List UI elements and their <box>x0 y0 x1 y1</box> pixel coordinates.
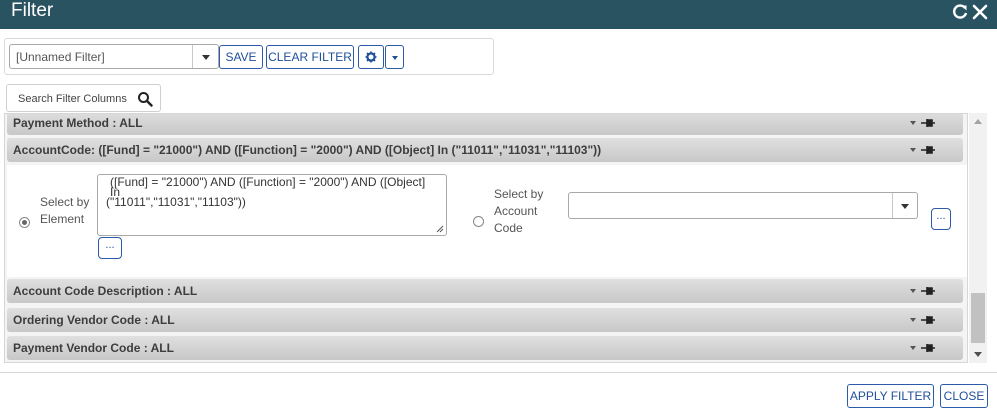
chevron-down-icon <box>392 56 398 60</box>
window-title: Filter <box>11 0 54 21</box>
filter-row-account-code[interactable]: AccountCode: ([Fund] = "21000") AND ([Fu… <box>7 138 963 162</box>
filter-row-payment-method[interactable]: Payment Method : ALL <box>7 114 963 135</box>
saved-filter-value: [Unnamed Filter] <box>16 50 105 64</box>
chevron-down-icon[interactable] <box>910 148 916 152</box>
clear-filter-button[interactable]: CLEAR FILTER <box>266 45 354 69</box>
chevron-down-icon[interactable] <box>202 55 210 60</box>
gear-icon <box>365 51 377 63</box>
chevron-down-icon[interactable] <box>910 318 916 322</box>
filter-row-account-code-description[interactable]: Account Code Description : ALL <box>7 279 963 303</box>
scroll-up-arrow-icon[interactable] <box>974 119 982 124</box>
refresh-icon[interactable] <box>951 3 969 21</box>
chevron-down-icon[interactable] <box>910 289 916 293</box>
chevron-down-icon[interactable] <box>901 204 909 209</box>
saved-filter-select[interactable]: [Unnamed Filter] <box>9 44 219 69</box>
resize-grip-icon[interactable] <box>436 225 444 233</box>
vertical-scrollbar[interactable] <box>969 113 987 363</box>
settings-dropdown-button[interactable] <box>385 45 404 69</box>
select-by-element-label: Select by Element <box>40 195 90 226</box>
select-by-account-code-label: Select by Account Code <box>494 187 544 235</box>
select-divider <box>192 45 193 68</box>
chevron-down-icon[interactable] <box>910 121 916 125</box>
close-button[interactable]: CLOSE <box>940 384 988 408</box>
filter-row-label: AccountCode: ([Fund] = "21000") AND ([Fu… <box>13 143 602 157</box>
pin-icon[interactable] <box>921 285 935 297</box>
account-code-select[interactable] <box>568 192 918 219</box>
filter-row-label: Account Code Description : ALL <box>13 284 198 298</box>
pin-icon[interactable] <box>921 117 935 129</box>
filter-row-label: Payment Method : ALL <box>13 116 143 130</box>
scrollbar-thumb[interactable] <box>971 293 985 343</box>
pin-icon[interactable] <box>921 144 935 156</box>
footer-divider <box>0 372 997 373</box>
filter-row-payment-vendor-code[interactable]: Payment Vendor Code : ALL <box>7 336 963 360</box>
save-button[interactable]: SAVE <box>219 45 263 69</box>
close-icon[interactable] <box>971 3 989 21</box>
settings-button[interactable] <box>358 45 384 69</box>
pin-icon[interactable] <box>921 314 935 326</box>
search-icon[interactable] <box>137 91 153 107</box>
search-filter-columns-input[interactable]: Search Filter Columns <box>6 84 161 112</box>
search-placeholder: Search Filter Columns <box>18 93 127 105</box>
pin-icon[interactable] <box>921 342 935 354</box>
filter-columns-list: Payment Method : ALL AccountCode: ([Fund… <box>4 113 968 363</box>
filter-toolbar: [Unnamed Filter] SAVE CLEAR FILTER <box>4 38 494 75</box>
filter-row-label: Payment Vendor Code : ALL <box>13 341 174 355</box>
filter-row-label: Ordering Vendor Code : ALL <box>13 313 175 327</box>
apply-filter-button[interactable]: APPLY FILTER <box>847 384 934 408</box>
account-ellipsis-button[interactable]: ... <box>931 208 951 230</box>
element-expression-textarea[interactable]: ([Fund] = "21000") AND ([Function] = "20… <box>97 174 447 236</box>
select-by-element-radio[interactable] <box>19 217 30 228</box>
select-by-account-code-radio[interactable] <box>473 216 484 227</box>
account-code-editor: Select by Element ([Fund] = "21000") AND… <box>7 165 967 277</box>
filter-row-ordering-vendor-code[interactable]: Ordering Vendor Code : ALL <box>7 308 963 332</box>
title-bar: Filter <box>0 0 997 29</box>
select-divider <box>892 193 893 218</box>
scroll-down-arrow-icon[interactable] <box>974 352 982 357</box>
element-ellipsis-button[interactable]: ... <box>98 237 122 259</box>
chevron-down-icon[interactable] <box>910 346 916 350</box>
